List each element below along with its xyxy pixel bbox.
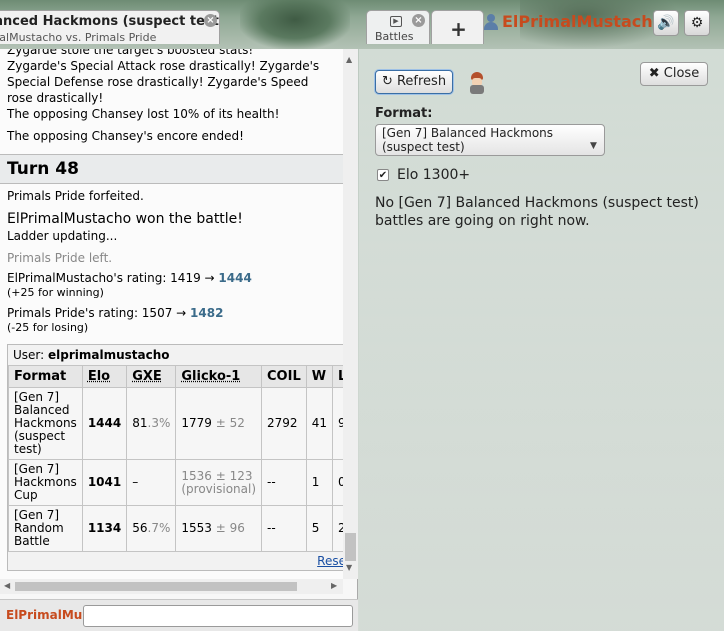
- cell-l: 9: [332, 387, 343, 460]
- refresh-button[interactable]: ↻ Refresh: [375, 70, 453, 94]
- close-button[interactable]: ✖ Close: [640, 62, 708, 86]
- rating-note: (-25 for losing): [7, 321, 89, 334]
- new-rating: 1482: [190, 306, 224, 320]
- log-line: Zygarde's Special Attack rose drasticall…: [7, 59, 320, 105]
- table-header-row: Format Elo GXE Glicko-1 COIL W L T: [8, 365, 343, 388]
- horizontal-scrollbar[interactable]: ◀ ▶: [0, 579, 343, 594]
- new-tab-button[interactable]: +: [431, 10, 484, 44]
- cell-w: 41: [305, 387, 334, 460]
- ladder-user-name: elprimalmustacho: [48, 348, 170, 362]
- winner-message: ElPrimalMustacho won the battle!: [7, 211, 243, 227]
- header-background-foliage: [240, 0, 350, 49]
- cell-format: [Gen 7] Random Battle: [8, 505, 83, 552]
- chat-username[interactable]: ElPrimalMus: [6, 608, 82, 622]
- chat-bar: ElPrimalMus: [0, 599, 358, 631]
- battle-tab-title: alanced Hackmons (suspect test): [0, 14, 220, 29]
- ladder-user-line: User: elprimalmustacho: [13, 348, 170, 362]
- ladder-table-box: User: elprimalmustacho Format Elo GXE Gl…: [7, 344, 343, 571]
- rating-line: ElPrimalMustacho's rating: 1419 → 1444: [7, 271, 252, 285]
- battle-tab-subtitle: rimalMustacho vs. Primals Pride: [0, 31, 157, 44]
- cell-gxe: 56.7%: [126, 505, 177, 552]
- battle-log-panel: Zygarde stole the target's boosted stats…: [0, 49, 358, 631]
- scroll-right-icon[interactable]: ▶: [331, 581, 337, 590]
- reset-link[interactable]: Rese: [8, 552, 343, 570]
- scroll-thumb[interactable]: [15, 582, 297, 591]
- cell-format: [Gen 7] Hackmons Cup: [8, 459, 83, 506]
- cell-glicko: 1536 ± 123 (provisional): [175, 459, 263, 506]
- log-line: The opposing Chansey lost 10% of its hea…: [7, 107, 280, 121]
- scroll-thumb[interactable]: [345, 533, 356, 561]
- format-select-value: [Gen 7] Balanced Hackmons (suspect test): [382, 126, 554, 154]
- elo-checkbox[interactable]: ✔: [377, 169, 389, 181]
- cell-elo: 1041: [81, 459, 128, 506]
- cell-format: [Gen 7] Balanced Hackmons (suspect test): [8, 387, 83, 460]
- format-select[interactable]: [Gen 7] Balanced Hackmons (suspect test)…: [375, 124, 605, 156]
- close-icon[interactable]: ×: [204, 14, 217, 27]
- battles-icon: ▶: [390, 16, 402, 27]
- scroll-left-icon[interactable]: ◀: [4, 581, 10, 590]
- gear-icon[interactable]: ⚙: [684, 10, 710, 36]
- col-coil: COIL: [261, 365, 307, 388]
- username[interactable]: ElPrimalMustacho: [502, 12, 664, 31]
- col-l: L: [332, 365, 343, 388]
- battle-room-tab[interactable]: alanced Hackmons (suspect test) rimalMus…: [0, 10, 220, 44]
- cell-l: 2: [332, 505, 343, 552]
- col-elo[interactable]: Elo: [81, 365, 128, 388]
- chevron-down-icon: ▼: [590, 141, 597, 151]
- col-gxe[interactable]: GXE: [126, 365, 177, 388]
- cell-coil: --: [261, 459, 307, 506]
- cell-glicko: 1553 ± 96: [175, 505, 263, 552]
- volume-icon[interactable]: 🔊: [653, 10, 679, 36]
- table-row: [Gen 7] Hackmons Cup 1041 – 1536 ± 123 (p…: [8, 459, 343, 506]
- chat-input[interactable]: [83, 605, 353, 627]
- vertical-scrollbar[interactable]: ▲ ▼: [343, 49, 358, 579]
- log-line: The opposing Chansey's encore ended!: [7, 129, 244, 143]
- cell-elo: 1134: [81, 505, 128, 552]
- battle-log[interactable]: Zygarde stole the target's boosted stats…: [0, 49, 343, 579]
- battles-panel: ↻ Refresh ✖ Close Format: [Gen 7] Balanc…: [359, 49, 724, 631]
- user-icon[interactable]: [484, 14, 498, 30]
- battles-tab[interactable]: ▶ Battles ×: [366, 10, 430, 44]
- rating-line: Primals Pride's rating: 1507 → 1482: [7, 306, 224, 320]
- ladder-table: Format Elo GXE Glicko-1 COIL W L T [Gen: [8, 365, 343, 552]
- cell-glicko: 1779 ± 52: [175, 387, 263, 460]
- col-format: Format: [8, 365, 83, 388]
- format-label: Format:: [375, 106, 433, 121]
- turn-header: Turn 48: [0, 154, 343, 184]
- log-line: Primals Pride forfeited.: [7, 189, 144, 203]
- cell-coil: 2792: [261, 387, 307, 460]
- table-row: [Gen 7] Balanced Hackmons (suspect test)…: [8, 387, 343, 460]
- no-battles-message: No [Gen 7] Balanced Hackmons (suspect te…: [375, 195, 699, 229]
- cell-elo: 1444: [81, 387, 128, 460]
- elo-filter[interactable]: ✔ Elo 1300+: [377, 167, 470, 183]
- log-line: Primals Pride left.: [7, 251, 113, 265]
- cell-coil: --: [261, 505, 307, 552]
- log-line: Ladder updating...: [7, 229, 118, 243]
- close-icon[interactable]: ×: [412, 14, 425, 27]
- plus-icon: +: [450, 17, 467, 41]
- battles-tab-label: Battles: [375, 30, 414, 43]
- trainer-avatar-icon: [465, 72, 489, 96]
- col-glicko[interactable]: Glicko-1: [175, 365, 263, 388]
- new-rating: 1444: [218, 271, 252, 285]
- scroll-up-icon[interactable]: ▲: [346, 55, 352, 64]
- header: alanced Hackmons (suspect test) rimalMus…: [0, 0, 724, 49]
- col-w: W: [305, 365, 334, 388]
- cell-w: 5: [305, 505, 334, 552]
- rating-note: (+25 for winning): [7, 286, 104, 299]
- cell-gxe: –: [126, 459, 177, 506]
- cell-gxe: 81.3%: [126, 387, 177, 460]
- cell-w: 1: [305, 459, 334, 506]
- elo-filter-label: Elo 1300+: [397, 167, 471, 183]
- cell-l: 0: [332, 459, 343, 506]
- scroll-down-icon[interactable]: ▼: [346, 563, 352, 572]
- log-line: Zygarde stole the target's boosted stats…: [7, 49, 254, 57]
- table-row: [Gen 7] Random Battle 1134 56.7% 1553 ± …: [8, 505, 343, 552]
